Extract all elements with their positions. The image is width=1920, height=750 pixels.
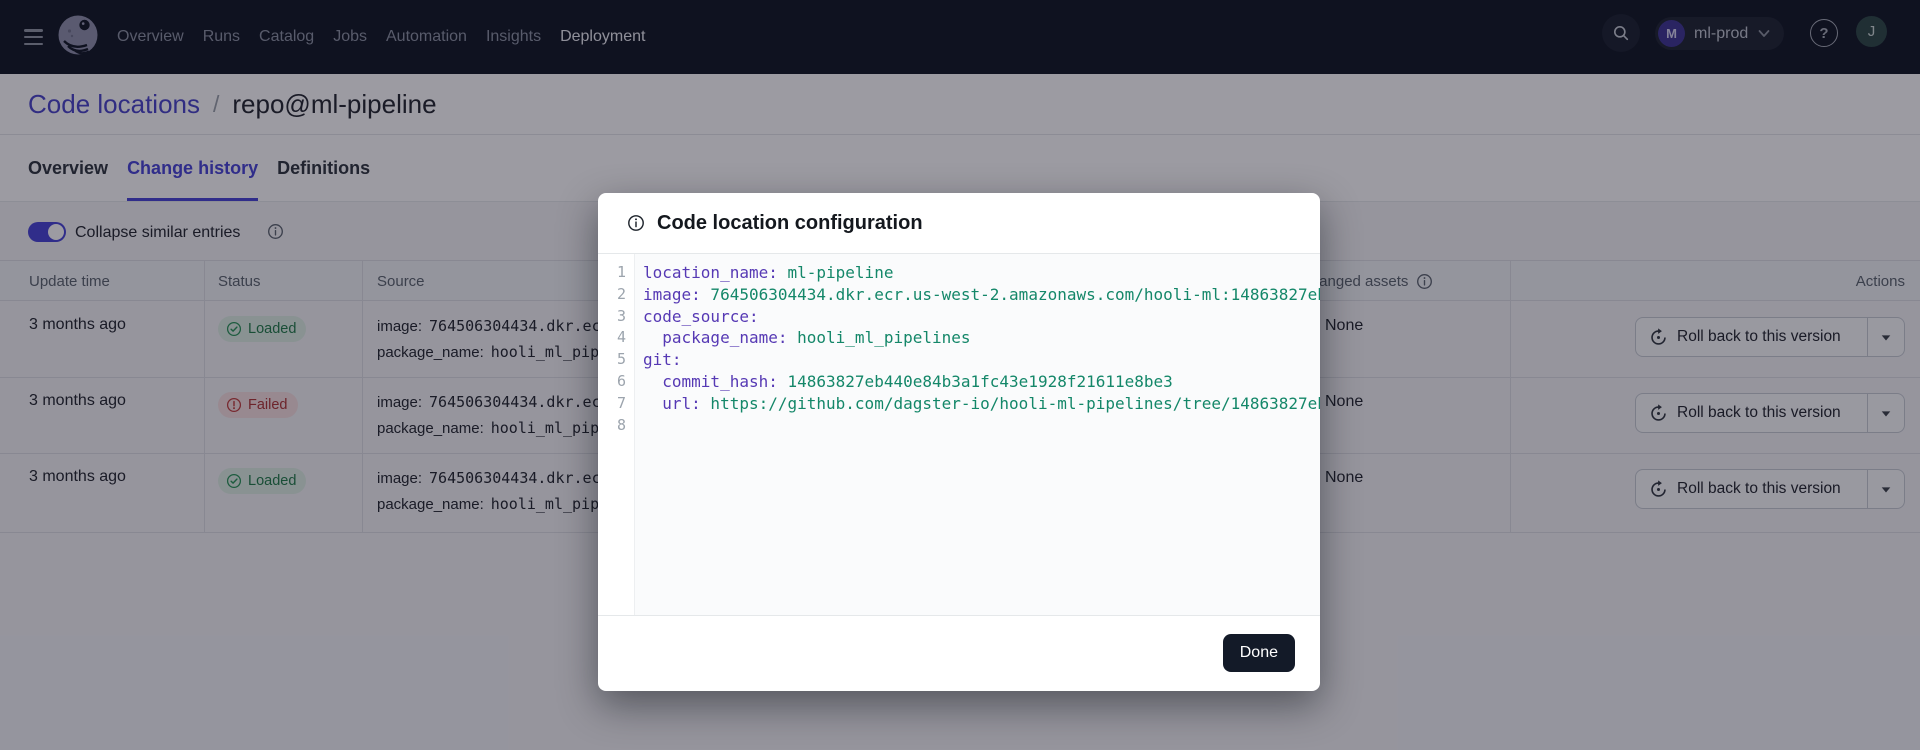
line-number: 8 (598, 415, 626, 437)
line-number: 5 (598, 349, 626, 371)
line-number: 2 (598, 284, 626, 306)
line-number: 4 (598, 327, 626, 349)
dialog-footer: Done (598, 616, 1320, 691)
code-line (643, 415, 1320, 437)
yaml-code: location_name: ml-pipelineimage: 7645063… (636, 254, 1320, 615)
line-number: 1 (598, 262, 626, 284)
dialog-title: Code location configuration (657, 212, 923, 235)
line-number: 7 (598, 393, 626, 415)
code-line: commit_hash: 14863827eb440e84b3a1fc43e19… (643, 371, 1320, 393)
line-number: 3 (598, 306, 626, 328)
done-button[interactable]: Done (1223, 634, 1295, 672)
dialog-header: Code location configuration (598, 193, 1320, 253)
code-line: git: (643, 349, 1320, 371)
page: OverviewRunsCatalogJobsAutomationInsight… (0, 0, 1920, 750)
code-line: location_name: ml-pipeline (643, 262, 1320, 284)
code-line: image: 764506304434.dkr.ecr.us-west-2.am… (643, 284, 1320, 306)
code-viewer[interactable]: 12345678 location_name: ml-pipelineimage… (598, 253, 1320, 616)
line-number: 6 (598, 371, 626, 393)
code-line: code_source: (643, 306, 1320, 328)
code-line: package_name: hooli_ml_pipelines (643, 327, 1320, 349)
info-icon (627, 214, 645, 232)
line-number-gutter: 12345678 (598, 254, 635, 615)
code-line: url: https://github.com/dagster-io/hooli… (643, 393, 1320, 415)
code-location-configuration-dialog: Code location configuration 12345678 loc… (598, 193, 1320, 691)
